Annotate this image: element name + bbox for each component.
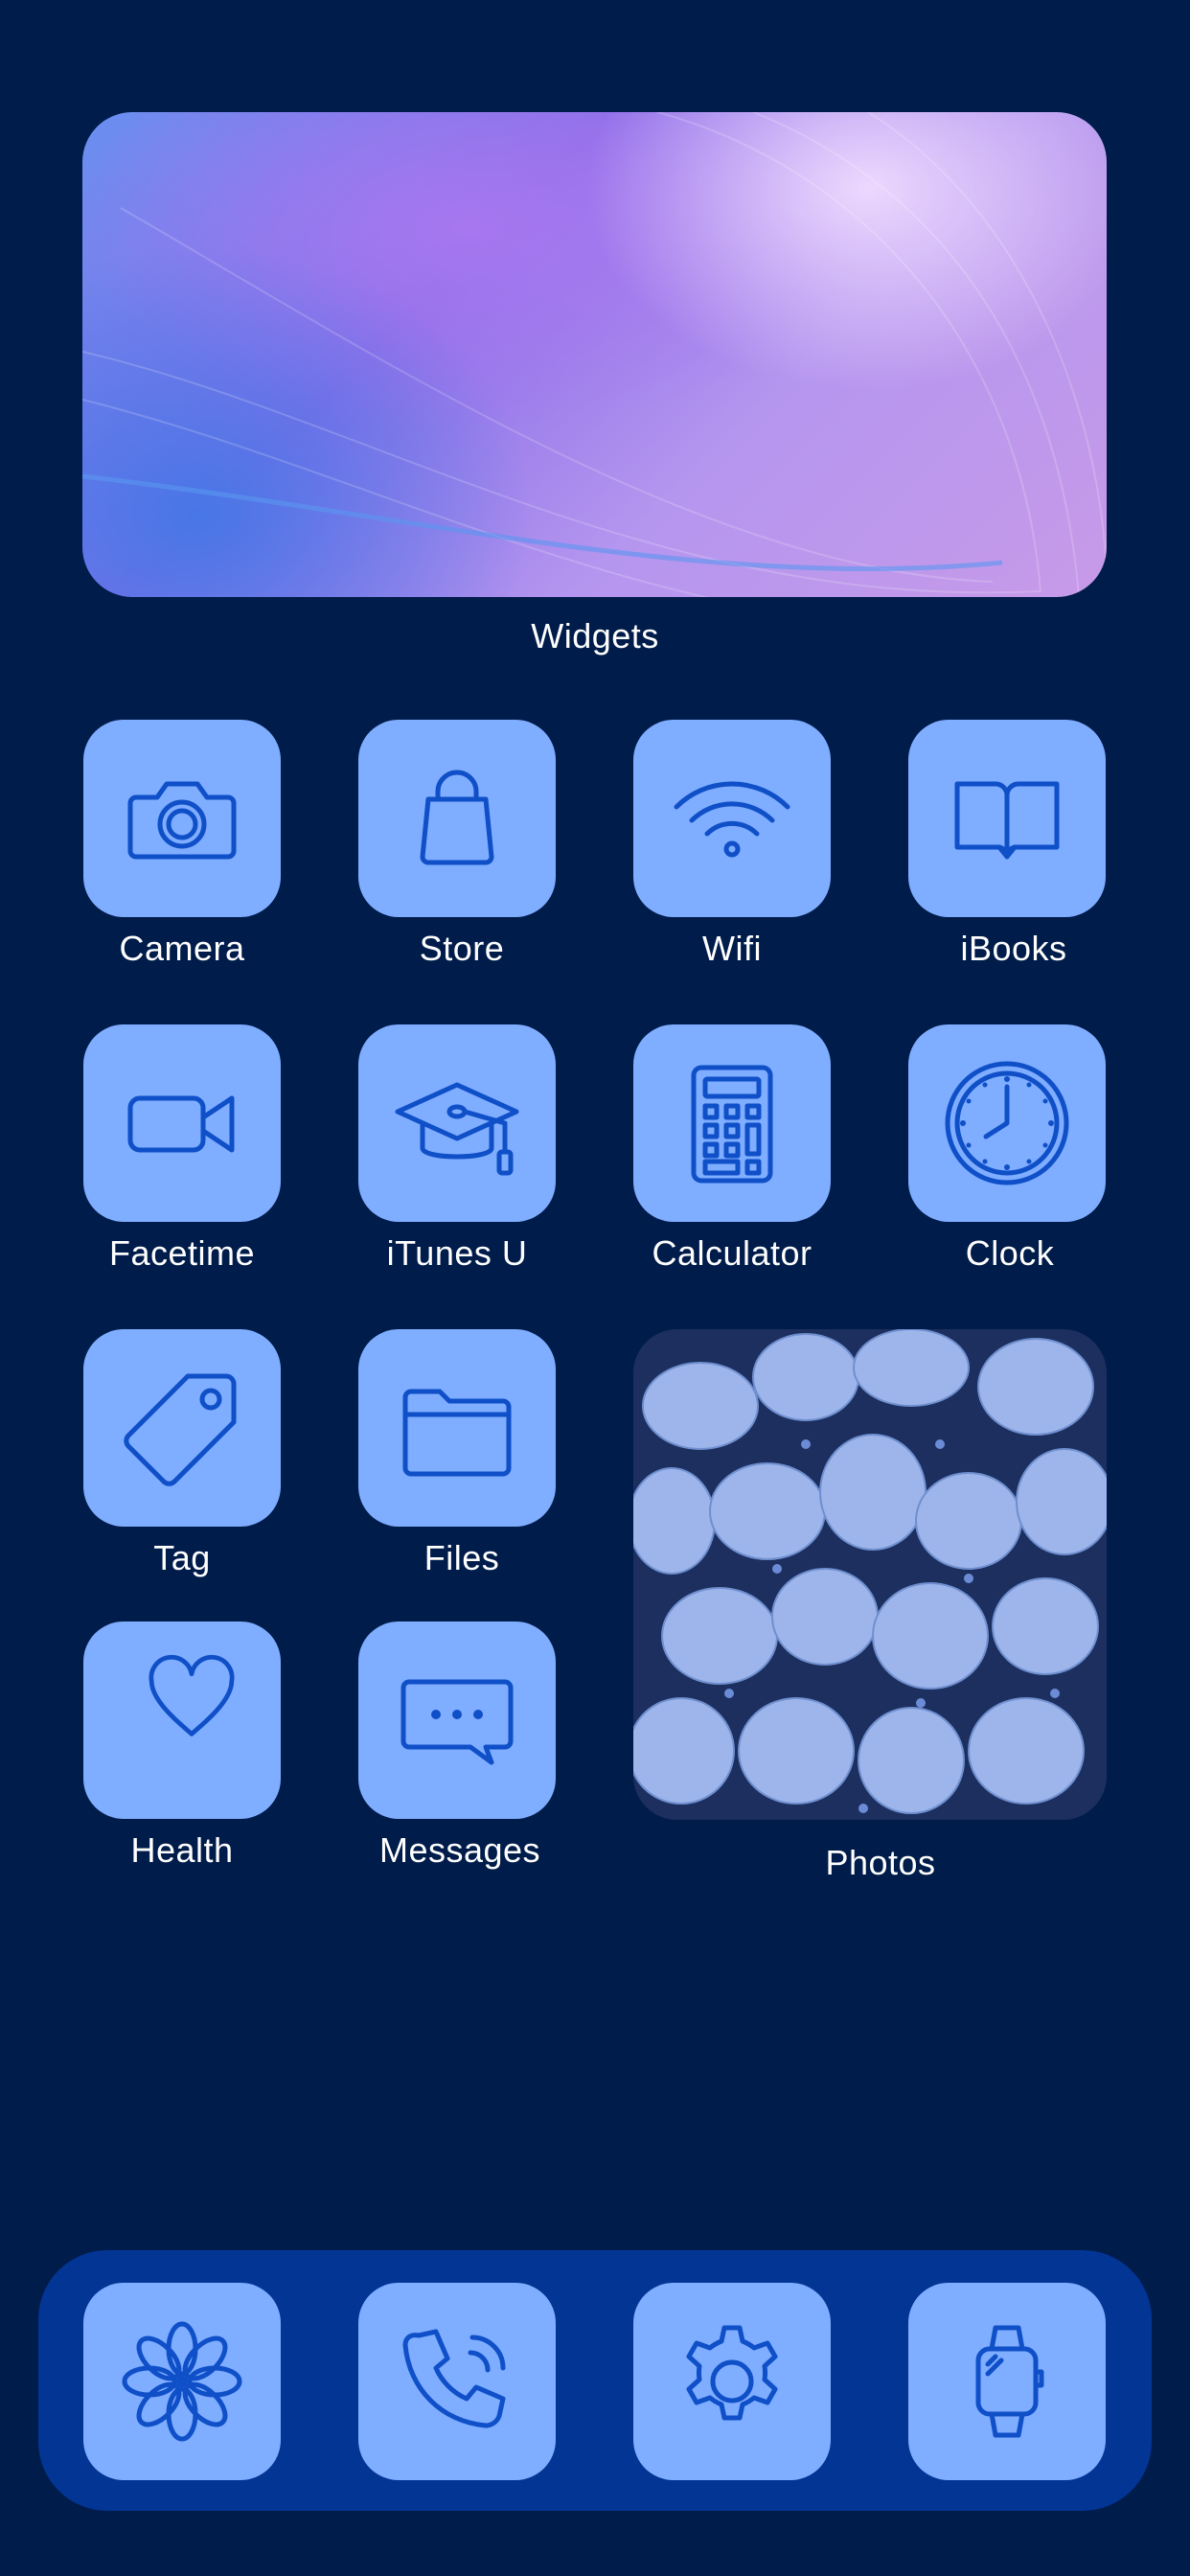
health-app-button[interactable]	[83, 1622, 281, 1819]
gear-icon	[686, 2325, 778, 2421]
folder-icon	[402, 1389, 512, 1477]
dock-settings-button[interactable]	[633, 2283, 831, 2480]
facetime-app-button[interactable]	[83, 1024, 281, 1222]
app-label-clock: Clock	[965, 1233, 1055, 1273]
open-book-icon	[954, 781, 1060, 860]
app-label-camera: Camera	[119, 929, 245, 968]
app-label-tag: Tag	[153, 1538, 211, 1577]
ibooks-app-button[interactable]	[908, 720, 1106, 917]
video-camera-icon	[127, 1095, 235, 1153]
app-label-wifi: Wifi	[702, 929, 762, 968]
dock-watch-button[interactable]	[908, 2283, 1106, 2480]
tag-icon	[124, 1373, 237, 1486]
heart-icon	[149, 1654, 235, 1736]
clock-app-button[interactable]	[908, 1024, 1106, 1222]
shopping-bag-icon	[420, 770, 494, 865]
app-label-messages: Messages	[378, 1830, 541, 1870]
wifi-icon	[674, 781, 790, 858]
app-label-ibooks: iBooks	[960, 929, 1067, 968]
store-app-button[interactable]	[358, 720, 556, 917]
phone-icon	[402, 2329, 506, 2428]
files-app-button[interactable]	[358, 1329, 556, 1527]
camera-app-button[interactable]	[83, 720, 281, 917]
photos-widget[interactable]	[633, 1329, 1107, 1820]
widget-feather-image[interactable]	[82, 112, 1107, 597]
graduation-cap-icon	[395, 1082, 519, 1176]
photos-label: Photos	[825, 1843, 936, 1882]
calculator-icon	[691, 1065, 773, 1184]
tag-app-button[interactable]	[83, 1329, 281, 1527]
clock-icon	[945, 1061, 1069, 1185]
chat-bubble-icon	[400, 1679, 514, 1765]
dock-flower-button[interactable]	[83, 2283, 281, 2480]
hydrangea-photo	[633, 1329, 1107, 1820]
flower-icon	[122, 2321, 242, 2442]
itunes-u-app-button[interactable]	[358, 1024, 556, 1222]
app-label-health: Health	[130, 1830, 234, 1870]
messages-app-button[interactable]	[358, 1622, 556, 1819]
wifi-app-button[interactable]	[633, 720, 831, 917]
app-label-facetime: Facetime	[108, 1233, 256, 1273]
camera-icon	[127, 781, 237, 860]
calculator-app-button[interactable]	[633, 1024, 831, 1222]
app-label-itunes-u: iTunes U	[386, 1233, 528, 1273]
widget-label: Widgets	[531, 616, 659, 656]
app-label-files: Files	[423, 1538, 500, 1577]
app-label-store: Store	[419, 929, 505, 968]
watch-icon	[975, 2325, 1044, 2438]
app-label-calculator: Calculator	[652, 1233, 812, 1273]
dock-phone-button[interactable]	[358, 2283, 556, 2480]
